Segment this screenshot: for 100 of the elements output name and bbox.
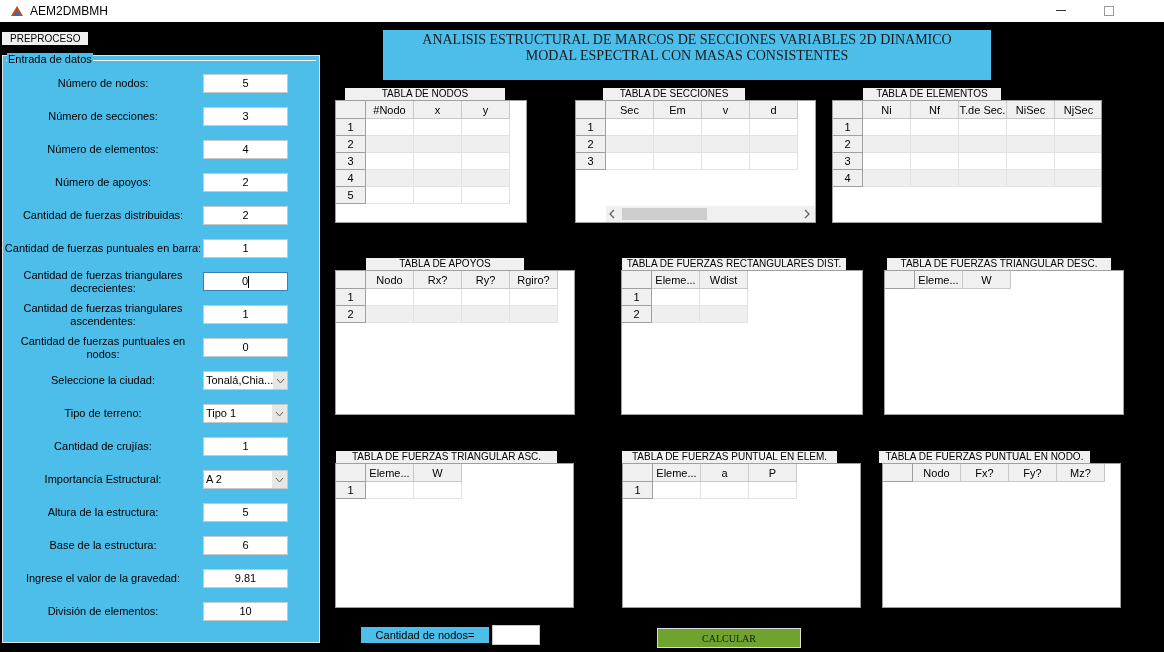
table-cell[interactable] xyxy=(462,289,510,306)
row-header[interactable]: 1 xyxy=(833,119,863,136)
row-header[interactable]: 1 xyxy=(336,289,366,306)
input-field[interactable]: 0 xyxy=(203,272,288,291)
column-header[interactable]: W xyxy=(963,271,1011,289)
table-cell[interactable] xyxy=(1007,136,1055,153)
column-header[interactable]: T.de Sec. xyxy=(959,101,1007,119)
table-cell[interactable] xyxy=(606,136,654,153)
table-corner[interactable] xyxy=(885,271,915,289)
input-field[interactable]: 9.81 xyxy=(203,569,288,588)
column-header[interactable]: Eleme... xyxy=(653,464,701,482)
column-header[interactable]: Em xyxy=(654,101,702,119)
table-cell[interactable] xyxy=(414,187,462,204)
table-cell[interactable] xyxy=(654,136,702,153)
column-header[interactable]: #Nodo xyxy=(366,101,414,119)
column-header[interactable]: Sec xyxy=(606,101,654,119)
column-header[interactable]: P xyxy=(749,464,797,482)
input-field[interactable]: 5 xyxy=(203,503,288,522)
column-header[interactable]: Eleme... xyxy=(652,271,700,289)
horizontal-scrollbar[interactable] xyxy=(606,206,815,222)
table-cell[interactable] xyxy=(462,187,510,204)
row-header[interactable]: 2 xyxy=(576,136,606,153)
row-header[interactable]: 4 xyxy=(833,170,863,187)
input-field[interactable]: 0 xyxy=(203,338,288,357)
column-header[interactable]: v xyxy=(702,101,750,119)
input-field[interactable]: 2 xyxy=(203,206,288,225)
row-header[interactable]: 1 xyxy=(623,482,653,499)
table-cell[interactable] xyxy=(863,170,911,187)
table-cell[interactable] xyxy=(652,306,700,323)
column-header[interactable]: Fy? xyxy=(1009,464,1057,482)
table-cell[interactable] xyxy=(654,119,702,136)
input-field[interactable]: 3 xyxy=(203,107,288,126)
column-header[interactable]: W xyxy=(414,464,462,482)
table-cell[interactable] xyxy=(462,119,510,136)
table-cell[interactable] xyxy=(749,482,797,499)
table-cell[interactable] xyxy=(462,170,510,187)
table-cell[interactable] xyxy=(1007,119,1055,136)
table-cell[interactable] xyxy=(750,119,798,136)
table-cell[interactable] xyxy=(959,136,1007,153)
table-cell[interactable] xyxy=(606,153,654,170)
column-header[interactable]: Nodo xyxy=(913,464,961,482)
table-cell[interactable] xyxy=(702,119,750,136)
table-cell[interactable] xyxy=(702,136,750,153)
dropdown[interactable]: Tipo 1 xyxy=(203,404,288,423)
table-cell[interactable] xyxy=(510,289,558,306)
table-cell[interactable] xyxy=(959,170,1007,187)
table-corner[interactable] xyxy=(623,464,653,482)
column-header[interactable]: Eleme... xyxy=(366,464,414,482)
table-corner[interactable] xyxy=(336,101,366,119)
table-cell[interactable] xyxy=(701,482,749,499)
table-cell[interactable] xyxy=(702,153,750,170)
minimize-icon[interactable] xyxy=(1056,10,1066,12)
table-cell[interactable] xyxy=(366,170,414,187)
row-header[interactable]: 4 xyxy=(336,170,366,187)
dropdown[interactable]: Tonalá,Chia... xyxy=(203,371,288,390)
row-header[interactable]: 3 xyxy=(576,153,606,170)
table-cell[interactable] xyxy=(366,187,414,204)
table-cell[interactable] xyxy=(700,289,748,306)
table-cell[interactable] xyxy=(654,153,702,170)
table-corner[interactable] xyxy=(336,464,366,482)
table-cell[interactable] xyxy=(462,136,510,153)
table-cell[interactable] xyxy=(653,482,701,499)
table-cell[interactable] xyxy=(750,153,798,170)
calculate-button[interactable]: CALCULAR xyxy=(657,628,801,648)
table-cell[interactable] xyxy=(863,153,911,170)
row-header[interactable]: 2 xyxy=(622,306,652,323)
row-header[interactable]: 3 xyxy=(336,153,366,170)
table-cell[interactable] xyxy=(750,136,798,153)
table-cell[interactable] xyxy=(863,136,911,153)
column-header[interactable]: Rgiro? xyxy=(510,271,558,289)
table-cell[interactable] xyxy=(366,153,414,170)
table-cell[interactable] xyxy=(700,306,748,323)
input-field[interactable]: 1 xyxy=(203,437,288,456)
row-header[interactable]: 2 xyxy=(336,136,366,153)
column-header[interactable]: y xyxy=(462,101,510,119)
column-header[interactable]: d xyxy=(750,101,798,119)
table-corner[interactable] xyxy=(622,271,652,289)
column-header[interactable]: Ni xyxy=(863,101,911,119)
table-cell[interactable] xyxy=(1007,153,1055,170)
table-cell[interactable] xyxy=(510,306,558,323)
table-cell[interactable] xyxy=(1055,170,1101,187)
column-header[interactable]: NiSec xyxy=(1007,101,1055,119)
table-cell[interactable] xyxy=(652,289,700,306)
table-cell[interactable] xyxy=(414,170,462,187)
input-field[interactable]: 1 xyxy=(203,239,288,258)
table-cell[interactable] xyxy=(863,119,911,136)
input-field[interactable]: 5 xyxy=(203,74,288,93)
table-cell[interactable] xyxy=(366,136,414,153)
row-header[interactable]: 1 xyxy=(336,119,366,136)
table-corner[interactable] xyxy=(336,271,366,289)
table-cell[interactable] xyxy=(414,153,462,170)
column-header[interactable]: Ry? xyxy=(462,271,510,289)
table-cell[interactable] xyxy=(1055,136,1101,153)
input-field[interactable]: 6 xyxy=(203,536,288,555)
column-header[interactable]: Nf xyxy=(911,101,959,119)
input-field[interactable]: 10 xyxy=(203,602,288,621)
column-header[interactable]: Eleme... xyxy=(915,271,963,289)
row-header[interactable]: 3 xyxy=(833,153,863,170)
column-header[interactable]: a xyxy=(701,464,749,482)
column-header[interactable]: Rx? xyxy=(414,271,462,289)
